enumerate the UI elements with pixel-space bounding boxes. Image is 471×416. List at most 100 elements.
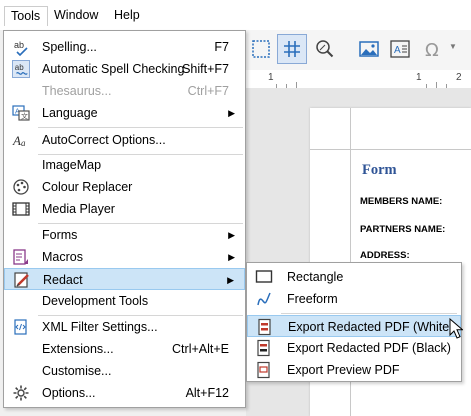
submenu-item-export-preview[interactable]: Export Preview PDF: [247, 359, 461, 381]
toolbar: A Ω ▼: [246, 30, 471, 70]
document-title: Form: [362, 162, 397, 178]
svg-text:Ω: Ω: [425, 40, 439, 60]
menu-window-label: Window: [54, 8, 99, 22]
menu-item-spelling[interactable]: ab Spelling... F7: [4, 36, 245, 58]
menu-item-development-tools[interactable]: Development Tools: [4, 290, 245, 312]
svg-text:a: a: [21, 138, 26, 148]
menu-separator: [38, 127, 243, 128]
options-icon: [12, 384, 30, 402]
menu-item-label: Macros: [42, 250, 83, 264]
svg-text:ab: ab: [14, 40, 24, 50]
spelling-icon: ab: [12, 38, 30, 56]
menu-item-label: Freeform: [287, 292, 338, 306]
menu-item-label: Rectangle: [287, 270, 344, 284]
hash-grid-icon: [284, 41, 300, 57]
menu-item-label: AutoCorrect Options...: [42, 133, 166, 147]
svg-text:文: 文: [21, 112, 28, 121]
textbox-icon: A: [390, 40, 410, 58]
omega-icon: Ω: [425, 40, 439, 60]
special-character-dropdown-icon[interactable]: ▼: [449, 42, 459, 52]
colour-replacer-icon: [12, 178, 30, 196]
ruler-mark: 1: [416, 72, 422, 83]
menu-item-label: Forms: [42, 228, 78, 242]
menu-item-label: Automatic Spell Checking: [42, 62, 185, 76]
menubar: Tools Window Help: [0, 0, 471, 30]
menu-item-media-player[interactable]: Media Player: [4, 198, 245, 220]
menu-item-shortcut: Shift+F7: [182, 62, 229, 76]
mouse-pointer-icon: [449, 318, 463, 339]
menu-item-label: Export Preview PDF: [287, 363, 400, 377]
insert-image-button[interactable]: [354, 34, 384, 64]
ruler-mark: 2: [456, 72, 462, 83]
menu-item-label: Colour Replacer: [42, 180, 133, 194]
menu-item-extensions[interactable]: Extensions... Ctrl+Alt+E: [4, 338, 245, 360]
grid-button[interactable]: [277, 34, 307, 64]
submenu-arrow-icon: ▶: [228, 252, 235, 262]
redact-icon: [13, 271, 31, 289]
menu-separator: [281, 313, 457, 314]
menu-item-autocorrect[interactable]: Aa AutoCorrect Options...: [4, 129, 245, 151]
menu-item-customise[interactable]: Customise...: [4, 360, 245, 382]
menu-help-label: Help: [114, 8, 140, 22]
address-field: ADDRESS:: [360, 250, 410, 261]
submenu-item-freeform[interactable]: Freeform: [247, 288, 461, 310]
menu-item-label: Spelling...: [42, 40, 97, 54]
members-name-field: MEMBERS NAME:: [360, 196, 443, 207]
menu-item-macros[interactable]: Macros ▶: [4, 246, 245, 268]
media-player-icon: [12, 200, 30, 218]
horizontal-ruler: 1 1 2: [246, 70, 471, 89]
menu-item-label: Thesaurus...: [42, 84, 112, 98]
auto-spell-icon: ab: [12, 60, 30, 78]
menu-tools-label: Tools: [11, 9, 41, 23]
menu-item-label: Extensions...: [42, 342, 114, 356]
table-grid-icon: [252, 40, 270, 58]
menu-item-label: Export Redacted PDF (Black): [287, 341, 451, 355]
insert-table-button[interactable]: [246, 34, 276, 64]
menu-item-language[interactable]: A文 Language ▶: [4, 102, 245, 124]
menu-item-shortcut: Alt+F12: [185, 386, 229, 400]
menu-help[interactable]: Help: [108, 6, 146, 26]
autocorrect-icon: Aa: [12, 131, 30, 149]
redact-submenu: Rectangle Freeform Export Redacted PDF (…: [246, 262, 462, 382]
submenu-item-export-white[interactable]: Export Redacted PDF (White): [247, 315, 461, 337]
menu-item-options[interactable]: Options... Alt+F12: [4, 382, 245, 404]
menu-item-thesaurus[interactable]: Thesaurus... Ctrl+F7: [4, 80, 245, 102]
margin-line: [310, 149, 471, 150]
image-icon: [359, 41, 379, 57]
submenu-item-rectangle[interactable]: Rectangle: [247, 266, 461, 288]
insert-textbox-button[interactable]: A: [385, 34, 415, 64]
submenu-arrow-icon: ▶: [227, 275, 234, 285]
menu-item-label: Export Redacted PDF (White): [288, 320, 454, 334]
xml-filter-icon: [12, 318, 30, 336]
ruler-mark: 1: [268, 72, 274, 83]
submenu-item-export-black[interactable]: Export Redacted PDF (Black): [247, 337, 461, 359]
menu-item-label: XML Filter Settings...: [42, 320, 158, 334]
menu-item-label: Customise...: [42, 364, 112, 378]
partners-name-field: PARTNERS NAME:: [360, 224, 446, 235]
svg-text:ab: ab: [15, 63, 24, 72]
macros-icon: [12, 248, 30, 266]
menu-item-shortcut: F7: [214, 40, 229, 54]
submenu-arrow-icon: ▶: [228, 230, 235, 240]
freeform-icon: [255, 290, 273, 308]
tools-menu: ab Spelling... F7 ab Automatic Spell Che…: [3, 30, 246, 408]
menu-item-label: Options...: [42, 386, 96, 400]
menu-item-imagemap[interactable]: ImageMap: [4, 154, 245, 176]
menu-item-forms[interactable]: Forms ▶: [4, 224, 245, 246]
menu-item-auto-spell[interactable]: ab Automatic Spell Checking Shift+F7: [4, 58, 245, 80]
menu-item-xml-filter[interactable]: XML Filter Settings...: [4, 316, 245, 338]
menu-item-redact[interactable]: Redact ▶: [4, 268, 245, 290]
navigator-button[interactable]: [310, 34, 340, 64]
rectangle-icon: [255, 268, 273, 286]
export-preview-icon: [255, 361, 273, 379]
menu-item-shortcut: Ctrl+Alt+E: [172, 342, 229, 356]
menu-window[interactable]: Window: [48, 6, 104, 26]
svg-text:A: A: [12, 133, 21, 148]
menu-item-colour-replacer[interactable]: Colour Replacer: [4, 176, 245, 198]
menu-item-label: Media Player: [42, 202, 115, 216]
menu-item-label: ImageMap: [42, 158, 102, 172]
export-white-icon: [256, 318, 274, 336]
submenu-arrow-icon: ▶: [228, 108, 235, 118]
menu-tools[interactable]: Tools: [4, 6, 48, 26]
special-character-button[interactable]: Ω: [418, 34, 448, 64]
